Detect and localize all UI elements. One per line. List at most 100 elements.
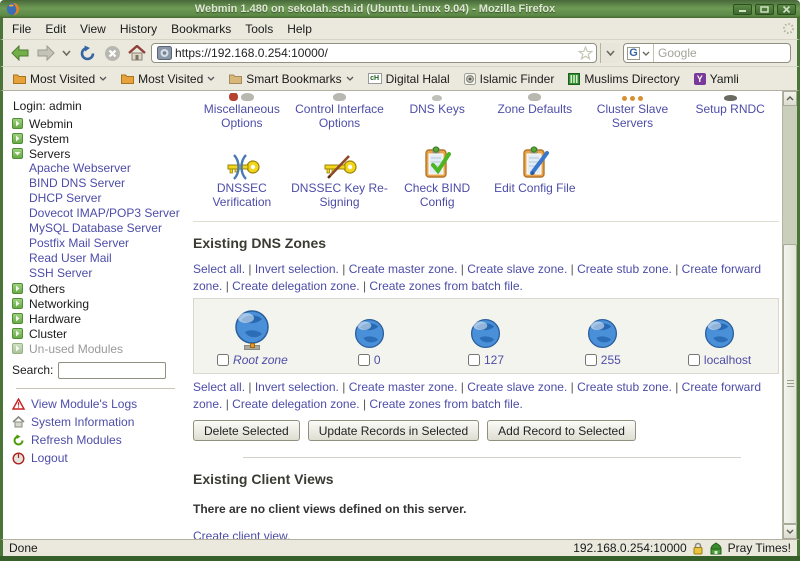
menu-item-file[interactable]: File xyxy=(5,20,38,38)
sidebar-category-hardware[interactable]: Hardware xyxy=(12,311,185,326)
scroll-track[interactable] xyxy=(783,106,797,524)
zone-checkbox-255[interactable] xyxy=(585,354,597,366)
bookmark-most-visited-1[interactable]: Most Visited xyxy=(7,70,113,88)
create-master-zone-link[interactable]: Create master zone. xyxy=(349,380,458,394)
module-dnssec-verification[interactable]: DNSSEC Verification xyxy=(193,142,291,209)
sidebar-item-postfix[interactable]: Postfix Mail Server xyxy=(12,236,185,251)
globe-icon[interactable] xyxy=(703,317,736,350)
sidebar-category-system[interactable]: System xyxy=(12,131,185,146)
sidebar-item-dovecot[interactable]: Dovecot IMAP/POP3 Server xyxy=(12,206,185,221)
pray-times-label[interactable]: Pray Times! xyxy=(728,541,791,555)
create-zones-batch-link[interactable]: Create zones from batch file. xyxy=(369,279,522,293)
add-record-button[interactable]: Add Record to Selected xyxy=(487,420,636,441)
module-zone-defaults[interactable]: Zone Defaults xyxy=(486,93,584,130)
create-zones-batch-link[interactable]: Create zones from batch file. xyxy=(369,397,522,411)
lock-icon[interactable] xyxy=(692,542,704,555)
sidebar-item-ssh-server[interactable]: SSH Server xyxy=(12,266,185,281)
bookmark-muslims-directory[interactable]: Muslims Directory xyxy=(562,70,685,88)
zone-link-0[interactable]: 0 xyxy=(374,353,381,367)
menu-item-help[interactable]: Help xyxy=(280,20,319,38)
create-stub-zone-link[interactable]: Create stub zone. xyxy=(577,262,672,276)
search-bar[interactable]: G xyxy=(623,43,791,63)
module-dnssec-key-resigning[interactable]: DNSSEC Key Re-Signing xyxy=(291,142,389,209)
mosque-icon[interactable] xyxy=(709,542,723,555)
globe-icon[interactable] xyxy=(469,317,502,350)
sidebar-item-bind-dns-server[interactable]: BIND DNS Server xyxy=(12,176,185,191)
menu-item-bookmarks[interactable]: Bookmarks xyxy=(164,20,238,38)
globe-icon[interactable] xyxy=(586,317,619,350)
zone-checkbox-localhost[interactable] xyxy=(688,354,700,366)
scroll-down-button[interactable] xyxy=(783,524,797,539)
logout-link[interactable]: Logout xyxy=(12,449,185,467)
update-records-button[interactable]: Update Records in Selected xyxy=(308,420,479,441)
menu-item-history[interactable]: History xyxy=(113,20,164,38)
create-delegation-zone-link[interactable]: Create delegation zone. xyxy=(232,279,359,293)
minimize-button[interactable] xyxy=(733,4,752,15)
sidebar-item-dhcp-server[interactable]: DHCP Server xyxy=(12,191,185,206)
select-all-link[interactable]: Select all. xyxy=(193,262,245,276)
home-button[interactable] xyxy=(126,42,148,64)
create-slave-zone-link[interactable]: Create slave zone. xyxy=(467,380,567,394)
reload-button[interactable] xyxy=(76,42,98,64)
create-master-zone-link[interactable]: Create master zone. xyxy=(349,262,458,276)
bookmark-most-visited-2[interactable]: Most Visited xyxy=(115,70,221,88)
module-setup-rndc[interactable]: Setup RNDC xyxy=(681,93,779,130)
sidebar-category-webmin[interactable]: Webmin xyxy=(12,116,185,131)
status-host[interactable]: 192.168.0.254:10000 xyxy=(573,541,686,555)
history-dropdown-button[interactable] xyxy=(59,42,73,64)
sidebar-category-networking[interactable]: Networking xyxy=(12,296,185,311)
url-input[interactable] xyxy=(175,46,575,60)
create-client-view-link[interactable]: Create client view. xyxy=(193,529,290,539)
sidebar-category-unused-modules[interactable]: Un-used Modules xyxy=(12,341,185,356)
sidebar-item-apache-webserver[interactable]: Apache Webserver xyxy=(12,161,185,176)
menu-item-view[interactable]: View xyxy=(73,20,113,38)
stop-button[interactable] xyxy=(101,42,123,64)
invert-selection-link[interactable]: Invert selection. xyxy=(255,380,339,394)
invert-selection-link[interactable]: Invert selection. xyxy=(255,262,339,276)
select-all-link[interactable]: Select all. xyxy=(193,380,245,394)
module-cluster-slave-servers[interactable]: Cluster Slave Servers xyxy=(584,93,682,130)
globe-icon[interactable] xyxy=(353,317,386,350)
search-input[interactable] xyxy=(654,46,791,60)
vertical-scrollbar[interactable] xyxy=(782,91,797,539)
globe-icon[interactable] xyxy=(233,308,271,346)
close-button[interactable] xyxy=(777,4,796,15)
menu-item-tools[interactable]: Tools xyxy=(238,20,280,38)
zone-link-127[interactable]: 127 xyxy=(484,353,504,367)
forward-button[interactable] xyxy=(34,42,56,64)
system-information-link[interactable]: System Information xyxy=(12,413,185,431)
create-stub-zone-link[interactable]: Create stub zone. xyxy=(577,380,672,394)
zone-link-root[interactable]: Root zone xyxy=(233,353,288,367)
scroll-thumb[interactable] xyxy=(783,244,797,524)
sidebar-item-mysql[interactable]: MySQL Database Server xyxy=(12,221,185,236)
search-engine-button[interactable]: G xyxy=(624,44,654,62)
zone-checkbox-root[interactable] xyxy=(217,354,229,366)
back-button[interactable] xyxy=(9,42,31,64)
module-check-bind-config[interactable]: Check BIND Config xyxy=(388,142,486,209)
zone-checkbox-127[interactable] xyxy=(468,354,480,366)
bookmark-star-icon[interactable] xyxy=(578,46,593,60)
title-bar[interactable]: Webmin 1.480 on sekolah.sch.id (Ubuntu L… xyxy=(0,0,800,18)
view-module-logs-link[interactable]: View Module's Logs xyxy=(12,395,185,413)
module-misc-options[interactable]: Miscellaneous Options xyxy=(193,93,291,130)
bookmark-yamli[interactable]: Y Yamli xyxy=(688,70,745,88)
module-control-interface[interactable]: Control Interface Options xyxy=(291,93,389,130)
menu-item-edit[interactable]: Edit xyxy=(38,20,73,38)
module-dns-keys[interactable]: DNS Keys xyxy=(388,93,486,130)
sidebar-category-servers[interactable]: Servers xyxy=(12,146,185,161)
maximize-button[interactable] xyxy=(755,4,774,15)
bookmark-smart-bookmarks[interactable]: Smart Bookmarks xyxy=(223,70,359,88)
url-bar[interactable] xyxy=(151,43,597,63)
sidebar-item-read-user-mail[interactable]: Read User Mail xyxy=(12,251,185,266)
zone-link-localhost[interactable]: localhost xyxy=(704,353,751,367)
sidebar-category-others[interactable]: Others xyxy=(12,281,185,296)
sidebar-search-input[interactable] xyxy=(58,362,166,379)
scroll-up-button[interactable] xyxy=(783,91,797,106)
create-slave-zone-link[interactable]: Create slave zone. xyxy=(467,262,567,276)
sidebar-category-cluster[interactable]: Cluster xyxy=(12,326,185,341)
zone-link-255[interactable]: 255 xyxy=(601,353,621,367)
bookmark-islamic-finder[interactable]: Islamic Finder xyxy=(458,70,561,88)
delete-selected-button[interactable]: Delete Selected xyxy=(193,420,300,441)
module-edit-config-file[interactable]: Edit Config File xyxy=(486,142,584,209)
refresh-modules-link[interactable]: Refresh Modules xyxy=(12,431,185,449)
